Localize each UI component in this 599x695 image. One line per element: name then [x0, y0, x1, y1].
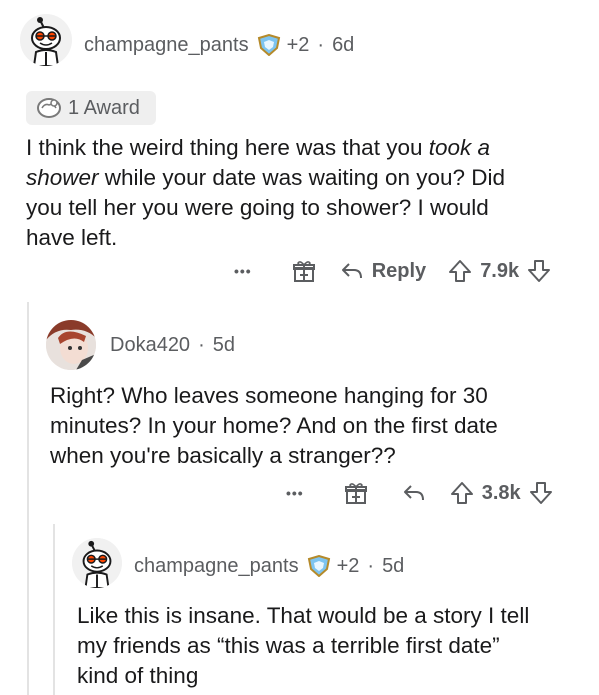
- comment-line: I think the weird thing here was that yo…: [26, 135, 491, 160]
- snoo-avatar-icon: [72, 538, 122, 588]
- comment-age: 6d: [332, 33, 355, 56]
- reply-arrow-icon[interactable]: [340, 260, 364, 282]
- comment-author[interactable]: champagne_pants: [134, 555, 299, 578]
- avatar[interactable]: [20, 14, 72, 66]
- comment-line: my friends as “this was a terrible first…: [77, 633, 500, 658]
- comment-body: I think the weird thing here was that yo…: [26, 133, 586, 253]
- award-pill[interactable]: 1 Award: [26, 91, 156, 125]
- comment-line: when you're basically a stranger??: [50, 443, 396, 468]
- upvote-icon[interactable]: [450, 481, 474, 505]
- snoo-avatar-icon: [20, 14, 72, 66]
- vote-score: 7.9k: [480, 259, 520, 282]
- separator-dot: ·: [198, 333, 205, 356]
- thread-line[interactable]: [53, 524, 55, 695]
- gift-award-icon[interactable]: [292, 259, 316, 283]
- comment-line: you tell her you were going to shower? I…: [26, 195, 489, 220]
- award-badge-icon: [307, 555, 331, 577]
- award-count: +2: [336, 554, 360, 577]
- comment-line: shower while your date was waiting on yo…: [26, 165, 506, 190]
- downvote-icon[interactable]: [529, 481, 553, 505]
- reply-button[interactable]: Reply: [372, 260, 426, 283]
- comment-line: have left.: [26, 225, 118, 250]
- comment-body: Like this is insane. That would be a sto…: [77, 601, 592, 691]
- award-label: 1 Award: [68, 96, 140, 119]
- thread-line[interactable]: [27, 302, 29, 695]
- vote-score: 3.8k: [481, 481, 521, 504]
- more-icon[interactable]: •••: [286, 485, 304, 501]
- comment-age: 5d: [382, 554, 405, 577]
- comment-body: Right? Who leaves someone hanging for 30…: [50, 381, 590, 471]
- comment-author[interactable]: champagne_pants: [84, 34, 249, 57]
- comment-age: 5d: [212, 333, 235, 356]
- more-icon[interactable]: •••: [234, 263, 252, 279]
- separator-dot: ·: [317, 33, 325, 56]
- silver-award-icon: [36, 97, 62, 119]
- avatar[interactable]: [72, 538, 122, 588]
- separator-dot: ·: [367, 554, 375, 577]
- comment-line: Like this is insane. That would be a sto…: [77, 603, 530, 628]
- comment-line: minutes? In your home? And on the first …: [50, 413, 498, 438]
- award-count: +2: [286, 33, 310, 56]
- comment-line: Right? Who leaves someone hanging for 30: [50, 383, 488, 408]
- award-badge-icon: [257, 34, 281, 56]
- user-photo-icon: [46, 320, 96, 370]
- downvote-icon[interactable]: [527, 259, 551, 283]
- upvote-icon[interactable]: [448, 259, 472, 283]
- gift-award-icon[interactable]: [344, 481, 368, 505]
- comment-author[interactable]: Doka420: [110, 334, 190, 357]
- comment-line: kind of thing: [77, 663, 199, 688]
- reply-arrow-icon[interactable]: [402, 482, 426, 504]
- avatar[interactable]: [46, 320, 96, 370]
